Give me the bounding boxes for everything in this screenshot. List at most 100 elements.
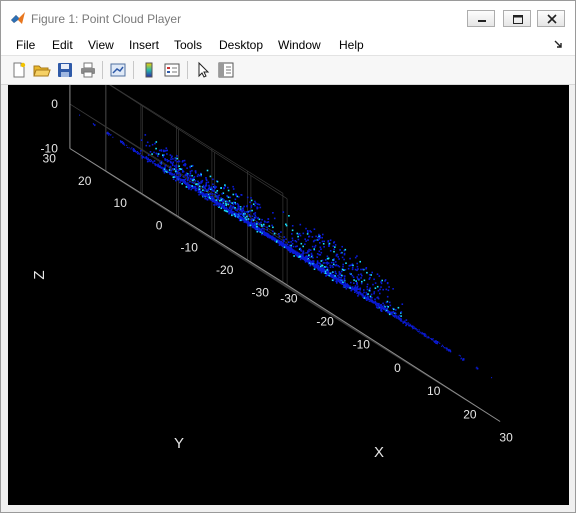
toolbar-separator — [102, 61, 103, 79]
point — [202, 189, 204, 192]
point — [271, 238, 274, 241]
point — [200, 190, 202, 192]
point — [372, 283, 374, 286]
point — [232, 188, 235, 190]
point — [308, 235, 310, 238]
point — [331, 265, 333, 267]
menu-bar: File Edit View Insert Tools Desktop Wind… — [1, 33, 575, 56]
point — [349, 272, 351, 275]
property-inspector-icon[interactable] — [217, 61, 235, 79]
menu-file[interactable]: File — [16, 38, 35, 52]
point — [441, 344, 443, 346]
point — [251, 222, 253, 225]
point — [476, 366, 478, 368]
point — [306, 252, 309, 254]
point — [184, 181, 186, 183]
point — [193, 185, 195, 188]
point — [418, 329, 420, 331]
point — [195, 171, 197, 174]
save-icon[interactable] — [56, 61, 74, 79]
point — [326, 269, 328, 271]
point — [340, 274, 343, 277]
x-tick-label: 10 — [427, 384, 441, 398]
point — [234, 207, 236, 209]
point — [214, 201, 216, 203]
toolbar-separator — [133, 61, 134, 79]
point — [169, 167, 171, 169]
point — [319, 254, 322, 256]
point — [425, 336, 427, 338]
point — [226, 207, 228, 209]
point — [343, 279, 346, 281]
point — [278, 233, 280, 235]
point — [198, 185, 201, 188]
point — [220, 207, 222, 210]
menu-tools[interactable]: Tools — [174, 38, 202, 52]
point — [326, 261, 328, 264]
point — [293, 255, 295, 257]
point — [249, 210, 251, 212]
menu-view[interactable]: View — [88, 38, 114, 52]
colorbar-icon[interactable] — [140, 61, 158, 79]
point — [315, 267, 317, 269]
point — [169, 171, 171, 173]
menu-desktop[interactable]: Desktop — [219, 38, 263, 52]
point — [205, 177, 207, 179]
point — [173, 168, 176, 170]
point — [312, 260, 315, 262]
point — [264, 232, 266, 235]
point — [261, 227, 263, 230]
point — [374, 302, 376, 304]
point-cloud-axes[interactable]: -30-20-100102030-30-20-100102030-10010 Y… — [8, 53, 569, 505]
point — [189, 172, 192, 174]
title-bar[interactable]: Figure 1: Point Cloud Player — [1, 1, 575, 33]
point — [383, 304, 386, 307]
menu-help[interactable]: Help — [339, 38, 364, 52]
point — [322, 243, 325, 245]
edit-plot-arrow-icon[interactable] — [194, 61, 212, 79]
point — [337, 256, 339, 258]
point — [268, 225, 271, 227]
point — [385, 301, 388, 304]
point — [140, 154, 142, 156]
point — [297, 238, 300, 241]
point — [196, 175, 199, 178]
menu-edit[interactable]: Edit — [52, 38, 73, 52]
point — [317, 236, 319, 239]
point — [291, 237, 294, 240]
point — [428, 337, 430, 339]
point — [320, 251, 323, 254]
z-tick-label: 0 — [51, 97, 58, 111]
dock-arrow-icon[interactable] — [554, 40, 564, 49]
point — [394, 311, 396, 314]
link-plot-icon[interactable] — [109, 61, 127, 79]
point — [345, 284, 347, 286]
legend-icon[interactable] — [163, 61, 181, 79]
open-file-icon[interactable] — [33, 61, 51, 79]
point — [351, 286, 354, 288]
point — [154, 142, 156, 145]
point-cloud-plot[interactable]: -30-20-100102030-30-20-100102030-10010 Y… — [8, 53, 569, 505]
menu-window[interactable]: Window — [278, 38, 321, 52]
y-tick-label: -30 — [252, 285, 270, 299]
x-axis-label: X — [374, 444, 384, 461]
point — [148, 160, 150, 162]
point — [299, 234, 302, 237]
point — [250, 199, 253, 202]
point — [344, 269, 347, 271]
close-button[interactable] — [537, 10, 565, 27]
matlab-logo-icon — [11, 12, 25, 24]
new-figure-icon[interactable] — [10, 61, 28, 79]
point — [229, 201, 232, 204]
point — [246, 196, 249, 199]
point — [237, 206, 239, 208]
point — [272, 212, 274, 214]
point — [291, 239, 294, 242]
maximize-button[interactable] — [503, 10, 531, 27]
minimize-button[interactable] — [467, 10, 495, 27]
point — [245, 218, 248, 221]
menu-insert[interactable]: Insert — [129, 38, 159, 52]
print-icon[interactable] — [79, 61, 97, 79]
point — [356, 278, 359, 280]
point — [267, 236, 269, 238]
